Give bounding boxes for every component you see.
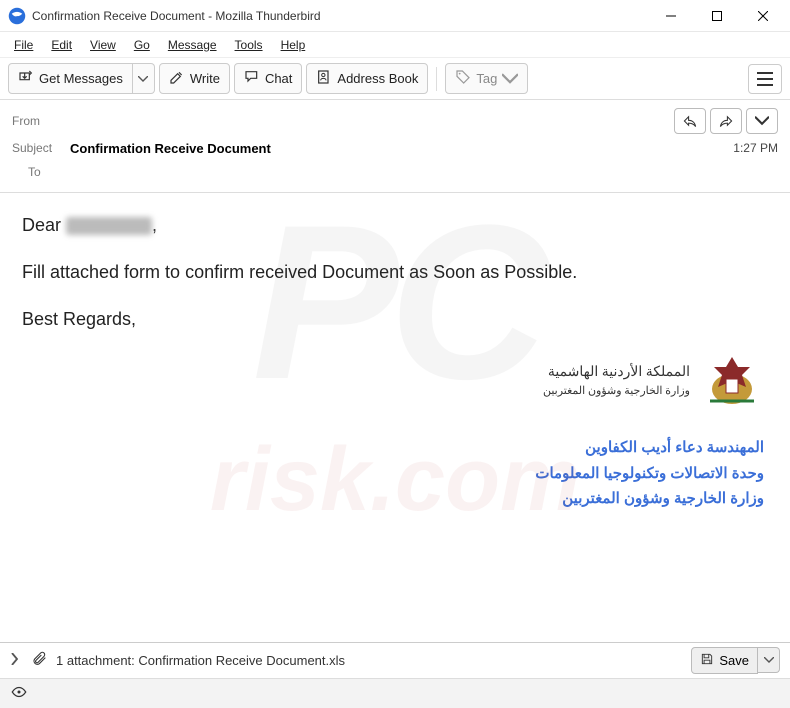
tag-label: Tag xyxy=(476,71,497,86)
address-book-icon xyxy=(316,69,332,88)
expand-attachments-button[interactable] xyxy=(10,653,24,668)
paperclip-icon xyxy=(32,651,48,670)
download-icon xyxy=(18,69,34,88)
get-messages-button[interactable]: Get Messages xyxy=(8,63,133,94)
toolbar: Get Messages Write Chat Address Book Tag xyxy=(0,58,790,100)
coat-of-arms-icon xyxy=(700,353,764,409)
subject-label: Subject xyxy=(12,141,70,155)
window-title: Confirmation Receive Document - Mozilla … xyxy=(32,9,648,23)
save-label: Save xyxy=(719,653,749,668)
get-messages-label: Get Messages xyxy=(39,71,123,86)
save-dropdown-button[interactable] xyxy=(758,647,780,673)
signature-header: المملكة الأردنية الهاشمية وزارة الخارجية… xyxy=(543,362,690,400)
menu-bar: File Edit View Go Message Tools Help xyxy=(0,32,790,58)
save-icon xyxy=(700,652,714,669)
address-book-label: Address Book xyxy=(337,71,418,86)
message-time: 1:27 PM xyxy=(733,141,778,155)
signature-block: المملكة الأردنية الهاشمية وزارة الخارجية… xyxy=(535,353,764,512)
app-menu-button[interactable] xyxy=(748,64,782,94)
save-attachment-button[interactable]: Save xyxy=(691,647,758,674)
greeting-line: Dear , xyxy=(22,213,768,238)
message-headers: From Subject Confirmation Receive Docume… xyxy=(0,100,790,193)
chevron-down-icon xyxy=(502,71,518,87)
redacted-name xyxy=(66,217,152,235)
chat-label: Chat xyxy=(265,71,292,86)
chat-icon xyxy=(244,69,260,88)
greeting-suffix: , xyxy=(152,215,157,235)
from-label: From xyxy=(12,114,70,128)
subject-value: Confirmation Receive Document xyxy=(70,141,733,156)
write-button[interactable]: Write xyxy=(159,63,230,94)
pencil-icon xyxy=(169,69,185,88)
sig-line-2: وحدة الاتصالات وتكنولوجيا المعلومات xyxy=(535,461,764,487)
tag-icon xyxy=(455,69,471,88)
close-button[interactable] xyxy=(740,0,786,32)
status-bar xyxy=(0,678,790,708)
thunderbird-icon xyxy=(8,7,26,25)
forward-button[interactable] xyxy=(710,108,742,134)
signature-lines: المهندسة دعاء أديب الكفاوين وحدة الاتصال… xyxy=(535,435,764,512)
menu-go[interactable]: Go xyxy=(126,35,158,55)
menu-file[interactable]: File xyxy=(6,35,41,55)
more-actions-button[interactable] xyxy=(746,108,778,134)
menu-help[interactable]: Help xyxy=(273,35,314,55)
online-status-icon[interactable] xyxy=(10,685,28,702)
closing-line: Best Regards, xyxy=(22,307,768,332)
tag-button[interactable]: Tag xyxy=(445,63,528,94)
hamburger-icon xyxy=(757,72,773,86)
minimize-button[interactable] xyxy=(648,0,694,32)
toolbar-separator xyxy=(436,67,437,91)
to-label: To xyxy=(12,165,70,179)
sig-top-1: المملكة الأردنية الهاشمية xyxy=(543,362,690,383)
menu-message[interactable]: Message xyxy=(160,35,225,55)
sig-top-2: وزارة الخارجية وشؤون المغتربين xyxy=(543,383,690,400)
reply-button[interactable] xyxy=(674,108,706,134)
sig-line-3: وزارة الخارجية وشؤون المغتربين xyxy=(535,486,764,512)
attachment-bar: 1 attachment: Confirmation Receive Docum… xyxy=(0,642,790,678)
body-line-1: Fill attached form to confirm received D… xyxy=(22,260,768,285)
write-label: Write xyxy=(190,71,220,86)
message-body: Dear , Fill attached form to confirm rec… xyxy=(0,193,790,688)
attachment-summary[interactable]: 1 attachment: Confirmation Receive Docum… xyxy=(56,653,683,668)
menu-view[interactable]: View xyxy=(82,35,124,55)
menu-tools[interactable]: Tools xyxy=(227,35,271,55)
address-book-button[interactable]: Address Book xyxy=(306,63,428,94)
title-bar: Confirmation Receive Document - Mozilla … xyxy=(0,0,790,32)
get-messages-dropdown[interactable] xyxy=(133,63,155,94)
chat-button[interactable]: Chat xyxy=(234,63,302,94)
sig-line-1: المهندسة دعاء أديب الكفاوين xyxy=(535,435,764,461)
maximize-button[interactable] xyxy=(694,0,740,32)
greeting-prefix: Dear xyxy=(22,215,66,235)
menu-edit[interactable]: Edit xyxy=(43,35,80,55)
